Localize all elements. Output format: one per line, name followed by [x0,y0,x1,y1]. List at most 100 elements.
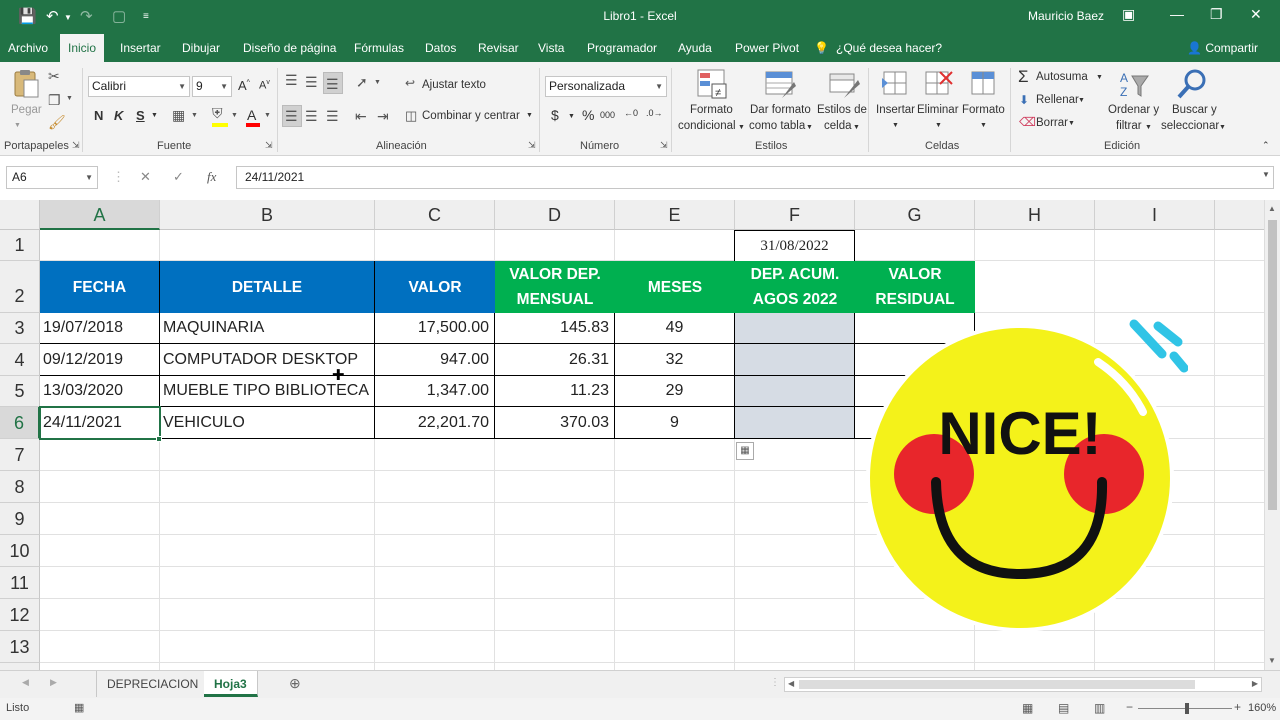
paste-icon[interactable] [10,68,42,100]
clear-button[interactable]: Borrar [1036,117,1068,129]
tab-diseno-pagina[interactable]: Diseño de página [235,34,344,62]
cell-valor[interactable]: 947.00 [375,344,495,376]
format-painter-icon[interactable]: 🖌 [48,114,66,131]
sort-filter-label-2[interactable]: filtrar [1116,120,1142,132]
cell-detalle[interactable]: VEHICULO [160,407,375,439]
paste-label[interactable]: Pegar [11,104,42,116]
row-header-1[interactable]: 1 [0,230,40,261]
column-header-c[interactable]: C [375,200,495,230]
header-dep-acum[interactable]: DEP. ACUM. AGOS 2022 [735,261,855,313]
share-button[interactable]: 👤 Compartir [1179,34,1266,62]
horizontal-scrollbar[interactable]: ◀ ▶ [784,677,1262,692]
cell-valor[interactable]: 22,201.70 [375,407,495,439]
column-header-d[interactable]: D [495,200,615,230]
autosum-icon[interactable]: Σ [1018,67,1029,87]
cell-fecha[interactable]: 13/03/2020 [40,376,160,407]
cell-dep-acum[interactable] [735,313,855,344]
formula-input[interactable]: 24/11/2021 [236,166,1274,189]
row-header-7[interactable]: 7 [0,439,40,471]
row-header-4[interactable]: 4 [0,344,40,376]
enter-icon[interactable]: ✓ [173,169,184,185]
row-header-3[interactable]: 3 [0,313,40,344]
font-color-icon[interactable]: A [247,107,256,123]
cell-fecha[interactable]: 19/07/2018 [40,313,160,344]
scroll-left-icon[interactable]: ◀ [788,679,794,688]
tab-vista[interactable]: Vista [530,34,572,62]
scroll-down-icon[interactable]: ▼ [1268,656,1276,665]
cell-detalle[interactable]: MAQUINARIA [160,313,375,344]
clear-dropdown-icon[interactable]: ▼ [1068,120,1075,127]
header-valor-residual[interactable]: VALOR RESIDUAL [855,261,975,313]
cell-dep-acum[interactable] [735,344,855,376]
cancel-icon[interactable]: ✕ [140,169,151,185]
conditional-format-label-1[interactable]: Formato [690,104,733,116]
cell-fecha[interactable]: 09/12/2019 [40,344,160,376]
column-header-a[interactable]: A [40,200,160,230]
column-header-g[interactable]: G [855,200,975,230]
cell-dep-mensual[interactable]: 26.31 [495,344,615,376]
user-name[interactable]: Mauricio Baez [1028,9,1104,23]
find-select-label-1[interactable]: Buscar y [1172,104,1217,116]
cell-dep-acum[interactable] [735,407,855,439]
next-sheet-icon[interactable]: ▶ [50,677,57,688]
column-header-h[interactable]: H [975,200,1095,230]
insert-cells-icon[interactable] [880,68,912,100]
normal-view-icon[interactable]: ▦ [1022,701,1033,715]
font-size-combo[interactable]: 9 ▼ [192,76,232,97]
cell-styles-dropdown-icon[interactable]: ▼ [853,124,860,131]
zoom-in-icon[interactable]: + [1234,700,1241,714]
eraser-icon[interactable]: ⌫ [1019,115,1036,129]
row-header-12[interactable]: 12 [0,599,40,631]
cell-meses[interactable]: 49 [615,313,735,344]
column-header-f[interactable]: F [735,200,855,230]
thousands-icon[interactable]: 000 [600,110,615,120]
autosum-dropdown-icon[interactable]: ▼ [1096,74,1103,81]
decrease-indent-icon[interactable]: ⇤ [355,108,367,125]
row-header-2[interactable]: 2 [0,261,40,313]
cell-dep-mensual[interactable]: 370.03 [495,407,615,439]
row-header-9[interactable]: 9 [0,503,40,535]
row-header-6[interactable]: 6 [0,407,40,439]
conditional-format-label-2[interactable]: condicional [678,120,736,132]
font-launcher-icon[interactable]: ⇲ [265,140,273,151]
cell-valor[interactable]: 1,347.00 [375,376,495,407]
expand-formula-bar-icon[interactable]: ▼ [1262,170,1270,179]
cell-meses[interactable]: 32 [615,344,735,376]
scroll-right-icon[interactable]: ▶ [1252,679,1258,688]
fill-button[interactable]: Rellenar [1036,94,1079,106]
splitter-icon[interactable]: ⋮ [770,677,780,688]
format-cells-icon[interactable] [968,68,1000,100]
tab-revisar[interactable]: Revisar [470,34,527,62]
close-icon[interactable]: ✕ [1250,6,1262,23]
sort-filter-dropdown-icon[interactable]: ▼ [1145,124,1152,131]
bold-button[interactable]: N [94,108,103,123]
delete-cells-icon[interactable] [922,68,954,100]
restore-icon[interactable]: ❐ [1210,6,1223,23]
find-select-label-2[interactable]: seleccionar [1161,120,1219,132]
increase-indent-icon[interactable]: ⇥ [377,108,389,125]
zoom-slider-thumb[interactable] [1185,703,1189,714]
format-as-table-label-2[interactable]: como tabla [749,120,805,132]
name-box[interactable]: A6 ▼ [6,166,98,189]
font-color-dropdown-icon[interactable]: ▼ [264,112,271,119]
minimize-icon[interactable]: — [1170,6,1184,22]
page-break-view-icon[interactable]: ▥ [1094,701,1105,715]
find-select-dropdown-icon[interactable]: ▼ [1219,124,1226,131]
underline-button[interactable]: S [136,108,145,123]
number-format-combo[interactable]: Personalizada ▼ [545,76,667,97]
sort-filter-icon[interactable]: AZ [1118,68,1150,100]
conditional-format-dropdown-icon[interactable]: ▼ [738,124,745,131]
align-top-icon[interactable]: ☰ [285,72,298,89]
vertical-scrollbar[interactable]: ▲ ▼ [1264,200,1280,670]
format-cells-label[interactable]: Formato [962,104,1005,116]
cell-styles-label-2[interactable]: celda [824,120,852,132]
autosum-button[interactable]: Autosuma [1036,71,1088,83]
cell-meses[interactable]: 29 [615,376,735,407]
cell-dep-acum[interactable] [735,376,855,407]
number-launcher-icon[interactable]: ⇲ [660,140,668,151]
percent-icon[interactable]: % [582,107,594,123]
increase-decimal-icon[interactable]: ←0 [624,108,638,118]
format-as-table-icon[interactable] [764,68,796,100]
macro-record-icon[interactable]: ▦ [74,701,84,714]
tab-inicio[interactable]: Inicio [60,34,105,62]
